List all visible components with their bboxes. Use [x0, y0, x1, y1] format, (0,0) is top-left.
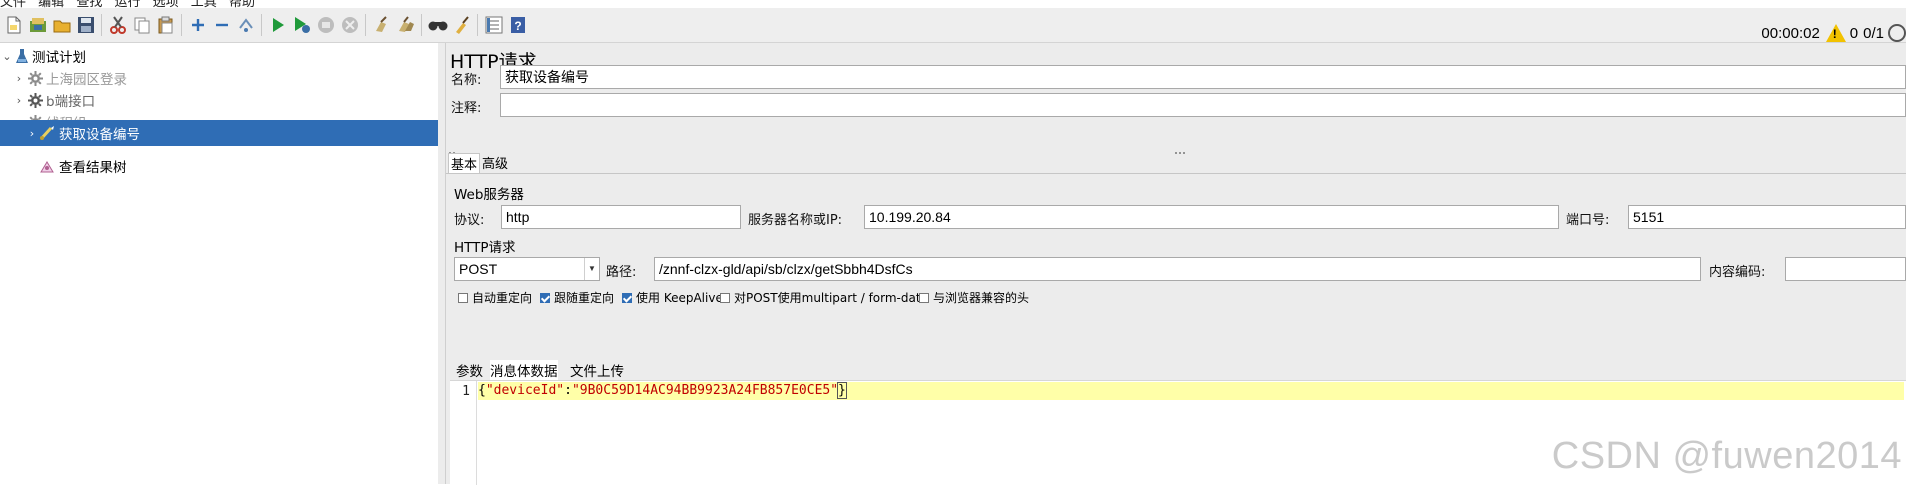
- checkbox-box[interactable]: [540, 292, 550, 303]
- function-helper-icon[interactable]: [484, 15, 504, 35]
- open-icon[interactable]: [52, 15, 72, 35]
- json-key: "deviceId": [485, 383, 565, 398]
- method-select[interactable]: POST ▼: [454, 257, 600, 281]
- checkbox-label: 与浏览器兼容的头: [933, 291, 1030, 305]
- start-icon[interactable]: [268, 15, 288, 35]
- checkbox-box[interactable]: [720, 292, 730, 303]
- tree-node-label: 上海园区登录: [46, 72, 127, 88]
- svg-text:?: ?: [514, 19, 521, 33]
- checkbox-label: 使用 KeepAlive: [636, 291, 723, 305]
- follow-redirect-checkbox[interactable]: 跟随重定向: [540, 289, 614, 306]
- cut-icon[interactable]: [108, 15, 128, 35]
- clear-all-icon[interactable]: [396, 15, 416, 35]
- chevron-right-icon[interactable]: ›: [27, 127, 37, 140]
- name-field[interactable]: 获取设备编号: [500, 65, 1906, 89]
- expand-icon[interactable]: [188, 15, 208, 35]
- reset-search-icon[interactable]: [452, 15, 472, 35]
- json-colon: :: [564, 383, 572, 398]
- json-open-brace: {: [478, 383, 486, 398]
- port-field[interactable]: 5151: [1628, 205, 1906, 229]
- config-tabs: 基本 高级: [446, 151, 1906, 174]
- server-label: 服务器名称或IP:: [748, 213, 843, 228]
- json-close-brace: }: [837, 382, 847, 399]
- menu-bar: 文件 编辑 查找 运行 选项 工具 帮助: [0, 0, 1906, 10]
- comment-field[interactable]: [500, 93, 1906, 117]
- clear-icon[interactable]: [372, 15, 392, 35]
- warning-icon[interactable]: [1825, 24, 1846, 42]
- toolbar: ? 00:00:02 0 0/1: [0, 8, 1906, 43]
- checkbox-box[interactable]: [458, 292, 468, 303]
- warning-count: 0: [1849, 24, 1859, 42]
- json-value: "9B0C59D14AC94BB9923A24FB857E0CE5": [571, 383, 839, 398]
- multipart-checkbox[interactable]: 对POST使用multipart / form-data: [720, 289, 928, 306]
- templates-icon[interactable]: [28, 15, 48, 35]
- keepalive-checkbox[interactable]: 使用 KeepAlive: [622, 289, 723, 306]
- checkbox-label: 对POST使用multipart / form-data: [734, 291, 928, 305]
- results-tree-icon: [39, 158, 55, 174]
- protocol-field[interactable]: http: [501, 205, 741, 229]
- search-icon[interactable]: [428, 15, 448, 35]
- stop-icon[interactable]: [316, 15, 336, 35]
- server-field[interactable]: 10.199.20.84: [864, 205, 1559, 229]
- comment-label: 注释:: [451, 101, 482, 116]
- protocol-label: 协议:: [454, 213, 485, 228]
- paste-icon[interactable]: [156, 15, 176, 35]
- checkbox-box[interactable]: [622, 292, 632, 303]
- toggle-icon[interactable]: [236, 15, 256, 35]
- elapsed-time: 00:00:02: [1761, 24, 1820, 42]
- http-request-title: HTTP请求: [454, 240, 516, 256]
- test-plan-icon: [14, 48, 30, 64]
- new-icon[interactable]: [4, 15, 24, 35]
- auto-redirect-checkbox[interactable]: 自动重定向: [458, 289, 532, 306]
- web-server-title: Web服务器: [454, 187, 524, 203]
- tab-advanced[interactable]: 高级: [480, 153, 510, 172]
- checkbox-box[interactable]: [919, 292, 929, 303]
- chevron-down-icon[interactable]: ⌄: [2, 50, 12, 63]
- help-icon[interactable]: ?: [508, 15, 528, 35]
- test-plan-tree: ⌄ 测试计划 › 上海园区登录 › b端接口 ⌄ 线程组 › 获取设备编号: [0, 43, 439, 484]
- threads-count: 0/1: [1863, 24, 1884, 42]
- path-label: 路径:: [606, 265, 637, 280]
- chevron-right-icon[interactable]: ›: [14, 94, 24, 107]
- port-label: 端口号:: [1566, 213, 1610, 228]
- gear-icon: [27, 70, 43, 86]
- tab-parameters[interactable]: 参数: [456, 360, 483, 380]
- shutdown-icon[interactable]: [340, 15, 360, 35]
- tab-basic[interactable]: 基本: [448, 153, 481, 173]
- name-label: 名称:: [451, 73, 482, 88]
- tab-body-data[interactable]: 消息体数据: [490, 360, 558, 380]
- split-pane-divider[interactable]: [438, 43, 446, 484]
- tree-node-results-tree[interactable]: 查看结果树: [0, 153, 438, 179]
- tree-node-label: b端接口: [46, 94, 96, 110]
- tree-node-label: 获取设备编号: [59, 127, 140, 143]
- gear-icon: [27, 92, 43, 108]
- chevron-right-icon[interactable]: ›: [14, 72, 24, 85]
- tree-node-label: 查看结果树: [59, 160, 127, 176]
- line-number-gutter: 1: [450, 381, 477, 485]
- running-indicator-icon: [1888, 24, 1906, 42]
- watermark: CSDN @fuwen2014: [1551, 435, 1902, 477]
- http-sampler-icon: [39, 125, 55, 141]
- checkbox-label: 跟随重定向: [554, 291, 615, 305]
- tree-node-label: 测试计划: [32, 50, 86, 66]
- tree-node-get-device-number[interactable]: › 获取设备编号: [0, 120, 438, 146]
- browser-headers-checkbox[interactable]: 与浏览器兼容的头: [919, 289, 1029, 306]
- encoding-label: 内容编码:: [1709, 265, 1766, 280]
- collapse-icon[interactable]: [212, 15, 232, 35]
- checkbox-label: 自动重定向: [472, 291, 533, 305]
- start-no-pause-icon[interactable]: [292, 15, 312, 35]
- tab-file-upload[interactable]: 文件上传: [570, 360, 624, 380]
- save-icon[interactable]: [76, 15, 96, 35]
- method-value: POST: [459, 261, 498, 277]
- copy-icon[interactable]: [132, 15, 152, 35]
- http-request-panel: HTTP请求 名称: 获取设备编号 注释: 基本 高级 Web服务器 协议: h…: [446, 43, 1906, 485]
- path-field[interactable]: /znnf-clzx-gld/api/sb/clzx/getSbbh4DsfCs: [654, 257, 1701, 281]
- code-line[interactable]: {"deviceId":"9B0C59D14AC94BB9923A24FB857…: [478, 382, 1904, 400]
- chevron-down-icon[interactable]: ▼: [584, 258, 599, 280]
- line-number: 1: [462, 384, 470, 399]
- encoding-field[interactable]: [1785, 257, 1906, 281]
